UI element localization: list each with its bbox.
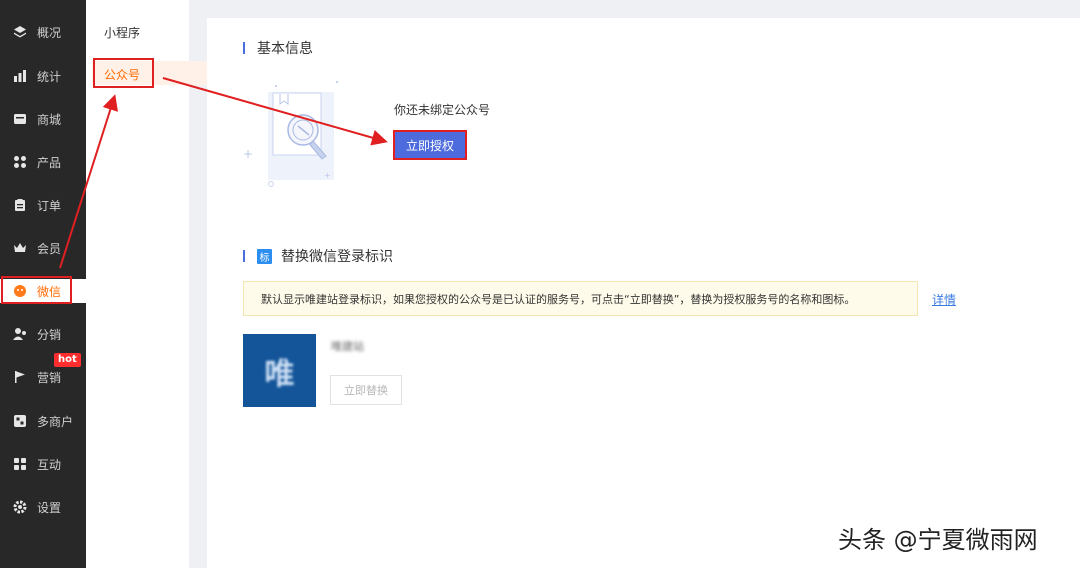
empty-illustration: + + bbox=[240, 78, 350, 188]
crown-icon bbox=[13, 241, 27, 255]
sidebar-item-multi-merchant[interactable]: 多商户 bbox=[0, 409, 86, 433]
clipboard-icon bbox=[13, 198, 27, 212]
apps-icon bbox=[13, 457, 27, 471]
section-bar bbox=[243, 250, 245, 262]
unbound-message: 你还未绑定公众号 bbox=[394, 103, 491, 117]
logo-char: 唯 bbox=[264, 356, 295, 392]
sidebar-item-products[interactable]: 产品 bbox=[0, 150, 86, 174]
sidebar-item-distribution[interactable]: 分销 bbox=[0, 322, 86, 346]
store-icon bbox=[13, 112, 27, 126]
sidebar-item-marketing[interactable]: 营销 bbox=[0, 365, 86, 389]
sidebar-item-stats[interactable]: 统计 bbox=[0, 64, 86, 88]
basic-info-title: 基本信息 bbox=[257, 41, 313, 57]
sidebar-item-label: 统计 bbox=[37, 69, 62, 84]
grid-icon bbox=[13, 155, 27, 169]
flag-icon bbox=[13, 370, 27, 384]
hot-badge: hot bbox=[54, 353, 81, 367]
replace-heading: 标 替换微信登录标识 bbox=[243, 246, 393, 266]
chart-icon bbox=[13, 69, 27, 83]
submenu-item-miniprogram[interactable]: 小程序 bbox=[104, 24, 140, 41]
layers-icon bbox=[13, 25, 27, 39]
notice-text: 默认显示唯建站登录标识，如果您授权的公众号是已认证的服务号，可点击“立即替换”，… bbox=[261, 292, 856, 306]
sidebar-item-label: 营销 bbox=[37, 370, 62, 385]
sidebar-item-label: 设置 bbox=[37, 500, 62, 515]
svg-text:+: + bbox=[243, 147, 253, 161]
basic-info-heading: 基本信息 bbox=[243, 38, 313, 58]
sidebar-item-label: 互动 bbox=[37, 457, 62, 472]
tag-icon: 标 bbox=[257, 248, 272, 264]
sidebar-item-members[interactable]: 会员 bbox=[0, 236, 86, 260]
users-icon bbox=[13, 327, 27, 341]
sidebar-item-label: 商城 bbox=[37, 112, 62, 127]
detail-link[interactable]: 详情 bbox=[932, 291, 956, 308]
sidebar-item-label: 订单 bbox=[37, 198, 62, 213]
sidebar-item-store[interactable]: 商城 bbox=[0, 107, 86, 131]
notice-banner: 默认显示唯建站登录标识，如果您授权的公众号是已认证的服务号，可点击“立即替换”，… bbox=[243, 281, 918, 316]
section-bar bbox=[243, 42, 245, 54]
sidebar-item-label: 产品 bbox=[37, 155, 62, 170]
sidebar-item-overview[interactable]: 概况 bbox=[0, 20, 86, 44]
watermark: 头条 @宁夏微雨网 bbox=[838, 526, 1038, 554]
sidebar-item-settings[interactable]: 设置 bbox=[0, 495, 86, 519]
highlight-box-official-account bbox=[93, 58, 154, 88]
sidebar-item-label: 多商户 bbox=[37, 414, 74, 429]
replace-button[interactable]: 立即替换 bbox=[330, 375, 402, 405]
shop-icon bbox=[13, 414, 27, 428]
sidebar-item-label: 会员 bbox=[37, 241, 62, 256]
site-name: 唯建站 bbox=[331, 340, 364, 353]
sidebar-item-label: 概况 bbox=[37, 25, 62, 40]
replace-title: 替换微信登录标识 bbox=[281, 249, 393, 265]
sidebar-item-orders[interactable]: 订单 bbox=[0, 193, 86, 217]
authorize-button[interactable]: 立即授权 bbox=[393, 130, 467, 160]
svg-text:+: + bbox=[324, 171, 331, 180]
highlight-box-wechat bbox=[1, 276, 72, 304]
gear-icon bbox=[13, 500, 27, 514]
sidebar-item-label: 分销 bbox=[37, 327, 62, 342]
sidebar-item-interaction[interactable]: 互动 bbox=[0, 452, 86, 476]
site-logo: 唯 bbox=[243, 334, 316, 407]
